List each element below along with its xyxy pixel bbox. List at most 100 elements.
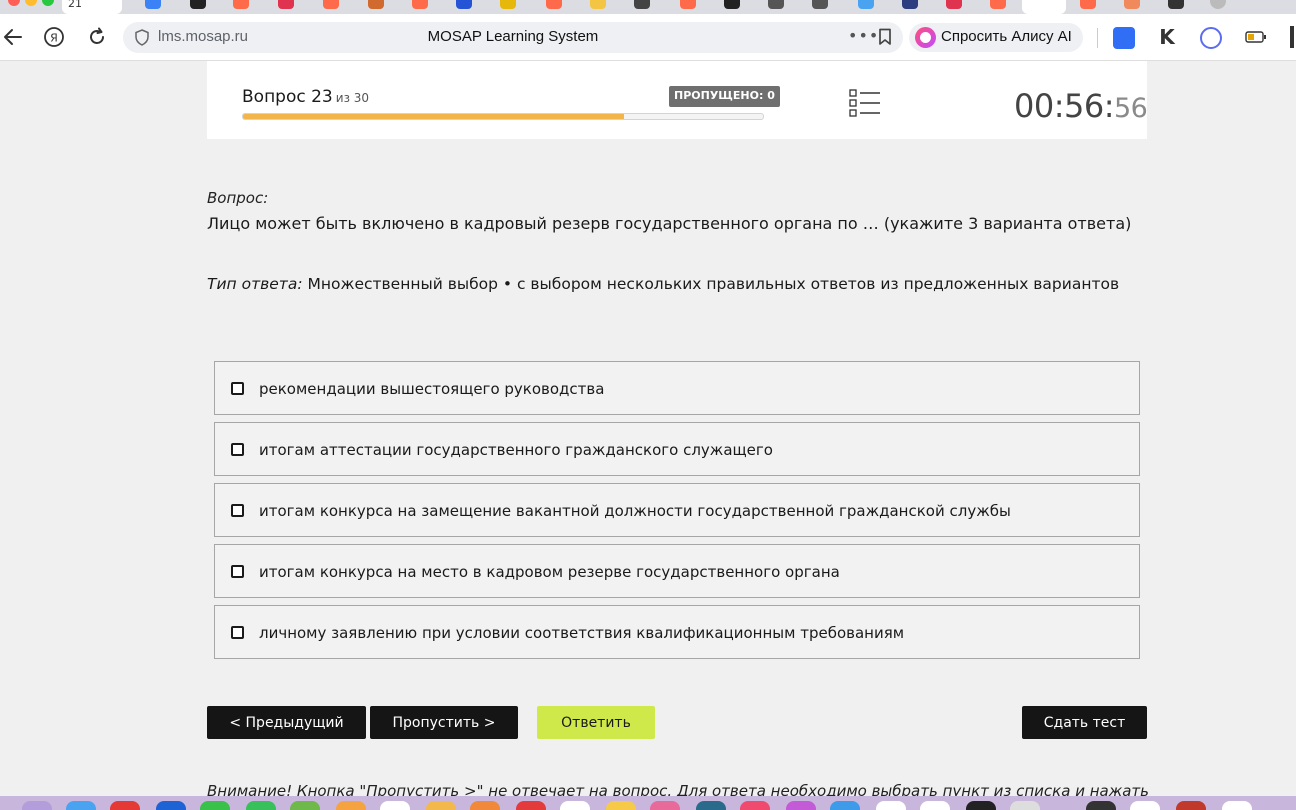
tab-favicon[interactable] [990, 0, 1006, 9]
extension-icon[interactable] [1200, 27, 1222, 49]
extension-icon[interactable] [1113, 27, 1135, 49]
tab-favicon[interactable] [902, 0, 918, 9]
tab-favicon[interactable] [1080, 0, 1096, 9]
tab-favicon[interactable] [233, 0, 249, 9]
progress-fill [243, 114, 625, 119]
dock-app-icon[interactable] [560, 801, 590, 810]
answer-option[interactable]: итогам конкурса на замещение вакантной д… [214, 483, 1140, 537]
more-icon[interactable]: ••• [848, 26, 879, 45]
dock-app-icon[interactable] [22, 801, 52, 810]
timer-main: 00:56: [1014, 87, 1115, 125]
dock-app-icon[interactable] [920, 801, 950, 810]
dock-app-icon[interactable] [380, 801, 410, 810]
tab-favicon[interactable] [456, 0, 472, 9]
question-number: Вопрос 23 [242, 87, 333, 107]
address-bar[interactable]: lms.mosap.ru MOSAP Learning System ••• [123, 22, 903, 53]
dock-app-icon[interactable] [1010, 801, 1040, 810]
dock-app-icon[interactable] [426, 801, 456, 810]
tab-favicon[interactable] [323, 0, 339, 9]
tab-favicon[interactable] [278, 0, 294, 9]
back-icon[interactable] [0, 24, 26, 50]
previous-button[interactable]: < Предыдущий [207, 706, 366, 739]
answer-type-value: Множественный выбор • с выбором нескольк… [307, 275, 1120, 293]
answer-type: Тип ответа: Множественный выбор • с выбо… [207, 275, 1119, 293]
reload-icon[interactable] [84, 24, 110, 50]
minimize-window-dot[interactable] [25, 0, 37, 6]
question-text: Лицо может быть включено в кадровый резе… [207, 214, 1132, 233]
option-label: итогам аттестации государственного гражд… [259, 441, 773, 459]
tab-favicon[interactable] [412, 0, 428, 9]
tab-favicon[interactable] [634, 0, 650, 9]
tab-favicon[interactable] [1168, 0, 1184, 9]
dock [0, 796, 1296, 810]
checkbox[interactable] [231, 626, 244, 639]
skipped-badge: ПРОПУЩЕНО: 0 [669, 86, 780, 107]
battery-icon[interactable] [1243, 24, 1269, 50]
progress-bar [242, 113, 764, 120]
dock-app-icon[interactable] [246, 801, 276, 810]
maximize-window-dot[interactable] [42, 0, 54, 6]
dock-app-icon[interactable] [876, 801, 906, 810]
submit-test-button[interactable]: Сдать тест [1022, 706, 1147, 739]
tab-favicon[interactable] [724, 0, 740, 9]
kaspersky-icon[interactable]: K [1154, 24, 1180, 50]
question-list-icon[interactable] [849, 89, 881, 121]
dock-app-icon[interactable] [470, 801, 500, 810]
new-tab-icon[interactable] [1210, 0, 1226, 9]
dock-app-icon[interactable] [740, 801, 770, 810]
tab-favicon[interactable] [946, 0, 962, 9]
tab-favicon[interactable] [145, 0, 161, 9]
shield-icon[interactable] [134, 29, 150, 50]
answer-option[interactable]: итогам аттестации государственного гражд… [214, 422, 1140, 476]
panel-edge [1290, 26, 1294, 48]
dock-app-icon[interactable] [786, 801, 816, 810]
dock-app-icon[interactable] [1176, 801, 1206, 810]
dock-app-icon[interactable] [110, 801, 140, 810]
dock-app-icon[interactable] [650, 801, 680, 810]
checkbox[interactable] [231, 443, 244, 456]
bookmark-icon[interactable] [878, 28, 892, 50]
option-label: итогам конкурса на место в кадровом резе… [259, 563, 840, 581]
dock-app-icon[interactable] [516, 801, 546, 810]
ask-alisa-button[interactable]: Спросить Алису AI [909, 23, 1083, 52]
tab-favicon[interactable] [368, 0, 384, 9]
dock-app-icon[interactable] [200, 801, 230, 810]
browser-toolbar: Я lms.mosap.ru MOSAP Learning System •••… [0, 14, 1296, 61]
tab-favicon[interactable] [812, 0, 828, 9]
skip-button[interactable]: Пропустить > [370, 706, 518, 739]
answer-option[interactable]: рекомендации вышестоящего руководства [214, 361, 1140, 415]
answer-option[interactable]: личному заявлению при условии соответств… [214, 605, 1140, 659]
tab-favicon[interactable] [680, 0, 696, 9]
dock-app-icon[interactable] [1130, 801, 1160, 810]
timer: 00:56:56 [1014, 87, 1148, 125]
tab-favicon[interactable] [546, 0, 562, 9]
option-label: итогам конкурса на замещение вакантной д… [259, 502, 1011, 520]
answer-button[interactable]: Ответить [537, 706, 655, 739]
tab-favicon[interactable] [590, 0, 606, 9]
tab-active[interactable]: 21 [62, 0, 122, 14]
checkbox[interactable] [231, 504, 244, 517]
dock-app-icon[interactable] [156, 801, 186, 810]
question-total: из 30 [335, 91, 370, 105]
dock-app-icon[interactable] [336, 801, 366, 810]
tab-bookmarked[interactable] [1022, 0, 1066, 14]
tab-favicon[interactable] [768, 0, 784, 9]
tab-favicon[interactable] [190, 0, 206, 9]
close-window-dot[interactable] [8, 0, 20, 6]
checkbox[interactable] [231, 565, 244, 578]
dock-app-icon[interactable] [830, 801, 860, 810]
dock-app-icon[interactable] [66, 801, 96, 810]
answer-option[interactable]: итогам конкурса на место в кадровом резе… [214, 544, 1140, 598]
dock-app-icon[interactable] [966, 801, 996, 810]
tab-favicon[interactable] [500, 0, 516, 9]
dock-app-icon[interactable] [290, 801, 320, 810]
url-text[interactable]: lms.mosap.ru [158, 28, 248, 45]
dock-app-icon[interactable] [606, 801, 636, 810]
yandex-icon[interactable]: Я [41, 24, 67, 50]
dock-app-icon[interactable] [1222, 801, 1252, 810]
dock-app-icon[interactable] [1086, 801, 1116, 810]
tab-favicon[interactable] [1124, 0, 1140, 9]
dock-app-icon[interactable] [696, 801, 726, 810]
tab-favicon[interactable] [858, 0, 874, 9]
checkbox[interactable] [231, 382, 244, 395]
